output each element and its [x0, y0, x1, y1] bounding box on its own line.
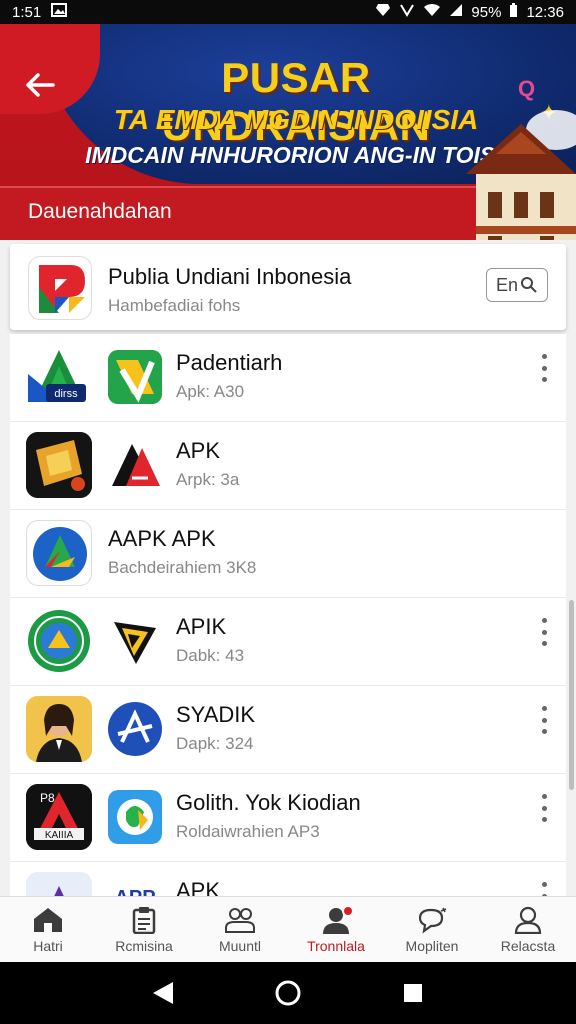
system-recents-button[interactable] — [393, 973, 433, 1013]
app-icon-small — [108, 702, 162, 756]
header-banner: PUSAR UNDRAISIAN TA EMDA MGDIN INDOIISIA… — [0, 24, 576, 240]
system-navigation-bar — [0, 962, 576, 1024]
app-list-area: Publia Undiani Inbonesia Hambefadiai foh… — [0, 240, 576, 896]
search-icon — [521, 277, 537, 293]
notification-dot — [341, 905, 354, 917]
system-home-button[interactable] — [268, 973, 308, 1013]
recents-square-icon — [404, 984, 423, 1002]
app-icon-large: P8 KAIIIA — [26, 784, 92, 850]
app-subtitle: Roldaiwrahien AP3 — [176, 822, 320, 841]
back-arrow-icon — [26, 73, 55, 97]
home-icon — [34, 907, 62, 932]
bottom-navigation: Hatri Rcmisina Muuntl Tronnlala Mopliten… — [0, 896, 576, 962]
nav-item-home[interactable]: Hatri — [0, 897, 96, 962]
nav-label: Hatri — [33, 937, 63, 954]
status-time-left: 1:51 — [12, 3, 42, 21]
back-triangle-icon — [152, 982, 173, 1004]
nav-item-active[interactable]: Tronnlala — [288, 897, 384, 962]
status-bar: 1:51 95% 12:36 — [0, 0, 576, 24]
battery-level: 95% — [471, 3, 502, 21]
banner-tagline: IMDCAIN HNHURORION ANG-IN TOIS! — [85, 142, 503, 168]
app-icon-sublabel: KAIIIA — [45, 830, 74, 841]
profile-icon — [514, 906, 542, 934]
app-icon-label: APP — [114, 887, 155, 896]
app-icon-large — [26, 872, 92, 896]
app-subtitle: Apk: A30 — [176, 382, 245, 401]
app-title: APK — [176, 878, 221, 896]
nav-label: Mopliten — [405, 937, 459, 954]
battery-icon — [509, 2, 518, 22]
search-button-label: En — [495, 274, 519, 295]
nav-item-messages[interactable]: Mopliten — [384, 897, 480, 962]
app-title: Padentiarh — [176, 350, 283, 375]
wifi-icon — [423, 3, 441, 21]
app-row[interactable]: P8 KAIIIA Golith. Yok Kiodian Roldaiwrah… — [10, 774, 566, 862]
app-title: AAPK APK — [108, 526, 216, 551]
nav-item-community[interactable]: Muuntl — [192, 897, 288, 962]
app-list: dirss Padentiarh Apk: A30 APK Arpk: 3a A… — [10, 334, 566, 896]
back-button[interactable] — [20, 68, 60, 102]
app-icon-small: APP — [108, 878, 162, 896]
app-icon-large — [26, 520, 92, 586]
app-subtitle: Dabk: 43 — [176, 646, 245, 665]
app-icon-large — [26, 608, 92, 674]
nav-label: Rcmisina — [115, 937, 173, 954]
app-row[interactable]: APP APK — [10, 862, 566, 896]
traditional-house-illustration — [466, 124, 576, 240]
home-circle-icon — [275, 980, 301, 1006]
app-icon-large — [26, 432, 92, 498]
app-icon-small — [108, 614, 162, 668]
vibrate-icon — [399, 3, 415, 21]
nav-label: Tronnlala — [307, 937, 365, 954]
app-row[interactable]: APK Arpk: 3a — [10, 422, 566, 510]
scrollbar[interactable] — [569, 600, 574, 790]
app-icon-label: dirss — [54, 388, 78, 400]
signal-icon — [449, 3, 463, 21]
app-subtitle: Arpk: 3a — [176, 470, 240, 489]
app-icon-small — [108, 350, 162, 404]
app-subtitle: Dapk: 324 — [176, 734, 254, 753]
clipboard-icon — [132, 906, 156, 934]
app-icon-label: P8 — [40, 791, 55, 805]
nav-label: Muuntl — [218, 937, 262, 954]
app-subtitle: Bachdeirahiem 3K8 — [108, 558, 257, 577]
app-title: APK — [176, 438, 221, 463]
search-button[interactable]: En — [486, 268, 548, 302]
app-icon-large: dirss — [26, 344, 92, 410]
app-icon-large — [26, 696, 92, 762]
app-title: SYADIK — [176, 702, 256, 727]
app-title: APIK — [176, 614, 227, 639]
app-row[interactable]: AAPK APK Bachdeirahiem 3K8 — [10, 510, 566, 598]
more-options-icon[interactable] — [538, 706, 550, 734]
banner-band-label: Dauenahdahan — [28, 200, 172, 223]
app-title: Golith. Yok Kiodian — [176, 790, 361, 815]
featured-app-subtitle: Hambefadiai fohs — [108, 296, 241, 315]
nav-item-list[interactable]: Rcmisina — [96, 897, 192, 962]
app-row[interactable]: APIK Dabk: 43 — [10, 598, 566, 686]
featured-app-logo — [28, 256, 92, 320]
system-back-button[interactable] — [143, 973, 183, 1013]
chat-icon — [418, 907, 447, 933]
nav-item-profile[interactable]: Relacsta — [480, 897, 576, 962]
featured-app-card[interactable]: Publia Undiani Inbonesia Hambefadiai foh… — [10, 244, 566, 330]
app-icon-small — [108, 790, 162, 844]
more-options-icon[interactable] — [538, 794, 550, 822]
nav-label: Relacsta — [500, 937, 556, 954]
gallery-icon — [51, 3, 68, 21]
app-row[interactable]: SYADIK Dapk: 324 — [10, 686, 566, 774]
people-icon — [225, 907, 255, 933]
app-row[interactable]: dirss Padentiarh Apk: A30 — [10, 334, 566, 422]
more-options-icon[interactable] — [538, 618, 550, 646]
more-options-icon[interactable] — [538, 882, 550, 896]
status-time-right: 12:36 — [526, 3, 564, 21]
diamond-icon — [375, 3, 391, 21]
more-options-icon[interactable] — [538, 354, 550, 382]
banner-subtitle: TA EMDA MGDIN INDOIISIA — [113, 104, 479, 135]
featured-app-title: Publia Undiani Inbonesia — [108, 264, 352, 289]
app-icon-small — [108, 438, 162, 492]
